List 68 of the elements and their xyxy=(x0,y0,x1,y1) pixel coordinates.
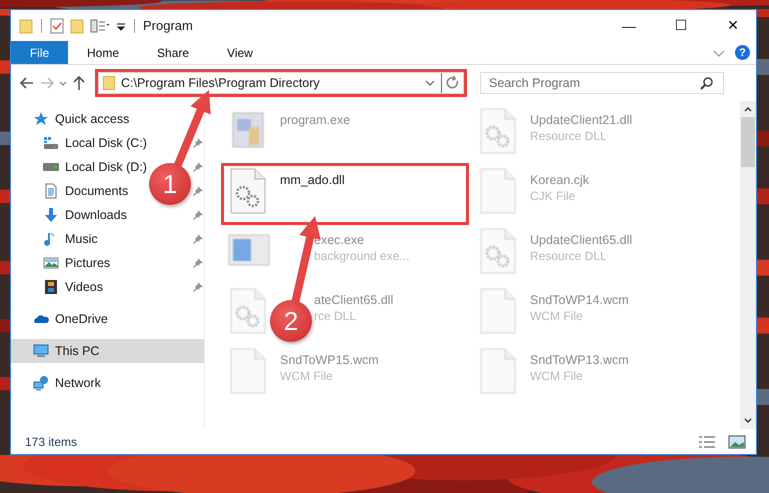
file-type: rce DLL xyxy=(314,309,358,323)
nav-item[interactable]: Network xyxy=(11,371,105,395)
nav-item[interactable]: Pictures xyxy=(11,251,114,275)
down-arrow-icon xyxy=(43,207,59,223)
scrollbar[interactable] xyxy=(740,101,756,429)
ribbon-tab[interactable]: Share xyxy=(138,41,208,64)
scroll-up-icon[interactable] xyxy=(744,106,752,112)
file-type: CJK File xyxy=(530,189,576,203)
maximize-button[interactable]: ☐ xyxy=(658,10,704,41)
refresh-icon[interactable] xyxy=(446,76,460,90)
nav-item[interactable]: Local Disk (C:) xyxy=(11,131,151,155)
chevron-icon[interactable] xyxy=(59,80,67,86)
address-path: C:\Program Files\Program Directory xyxy=(121,76,321,90)
pin-icon[interactable] xyxy=(193,162,203,172)
file-type: WCM File xyxy=(530,369,584,383)
nav-item[interactable]: Music xyxy=(11,227,102,251)
file-menu-button[interactable]: File xyxy=(11,41,68,64)
ribbon-tab[interactable]: View xyxy=(208,41,272,64)
nav-item[interactable]: Downloads xyxy=(11,203,131,227)
search-field[interactable]: Search Program xyxy=(480,72,724,94)
network-icon xyxy=(33,375,49,391)
help-button[interactable]: ? xyxy=(735,45,750,60)
minimize-button[interactable]: — xyxy=(606,10,652,41)
folder-icon[interactable] xyxy=(19,18,33,34)
step-badge: 1 xyxy=(149,163,191,205)
back-icon[interactable] xyxy=(19,75,35,91)
pin-icon[interactable] xyxy=(193,210,203,220)
nav-item[interactable]: Videos xyxy=(11,275,107,299)
file-type: WCM File xyxy=(530,309,584,323)
step-badge: 2 xyxy=(270,300,312,342)
pin-icon[interactable] xyxy=(193,234,203,244)
folder-icon[interactable] xyxy=(70,18,84,34)
pin-icon[interactable] xyxy=(193,138,203,148)
file-type: Resource DLL xyxy=(530,129,608,143)
scroll-thumb[interactable] xyxy=(741,117,755,167)
folder-icon xyxy=(103,76,115,90)
nav-item[interactable]: OneDrive xyxy=(11,307,112,331)
file-type: background exe... xyxy=(314,249,410,263)
monitor-icon xyxy=(33,343,49,359)
address-field[interactable]: C:\Program Files\Program Directory xyxy=(98,72,464,94)
nav-item[interactable]: Quick access xyxy=(11,107,134,131)
nav-item[interactable]: Local Disk (D:) xyxy=(11,155,151,179)
chevron-icon[interactable] xyxy=(425,79,435,87)
file-type: Resource DLL xyxy=(530,249,608,263)
file-type: WCM File xyxy=(280,369,334,383)
film-icon xyxy=(43,279,59,295)
details-view-icon[interactable] xyxy=(698,434,716,448)
window-title: Program xyxy=(143,18,194,33)
pin-icon[interactable] xyxy=(193,282,203,292)
close-button[interactable]: ✕ xyxy=(710,10,756,41)
up-icon[interactable] xyxy=(71,75,87,91)
properties-icon[interactable] xyxy=(90,18,110,34)
star-icon xyxy=(33,111,49,127)
ribbon-tab[interactable]: Home xyxy=(68,41,138,64)
document-icon xyxy=(43,183,59,199)
nav-item[interactable]: This PC xyxy=(11,339,204,363)
search-icon[interactable] xyxy=(700,76,714,90)
drive-icon xyxy=(43,135,59,151)
checklist-icon[interactable] xyxy=(50,18,64,34)
picture-icon xyxy=(43,255,59,271)
pin-icon[interactable] xyxy=(193,186,203,196)
thumbnail-view-icon[interactable] xyxy=(728,434,746,448)
item-count: 173 items xyxy=(25,434,78,448)
file-name[interactable]: mm_ado.dll xyxy=(280,173,345,187)
pin-icon[interactable] xyxy=(193,258,203,268)
nav-item[interactable]: Documents xyxy=(11,179,132,203)
scroll-down-icon[interactable] xyxy=(744,418,752,424)
chevron-icon[interactable] xyxy=(713,48,725,58)
